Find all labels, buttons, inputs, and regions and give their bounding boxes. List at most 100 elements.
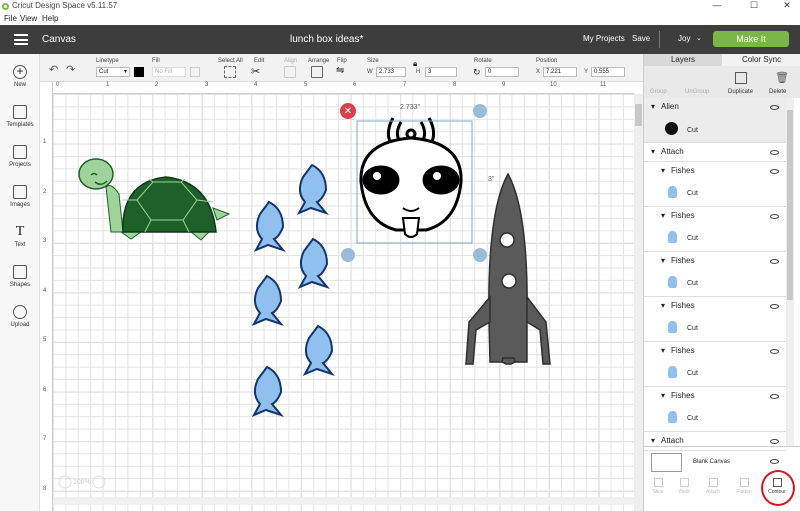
position-label: Position bbox=[536, 58, 558, 64]
nav-new[interactable]: + New bbox=[0, 65, 40, 88]
canvas-horizontal-scrollbar[interactable] bbox=[53, 497, 634, 505]
eye-icon[interactable] bbox=[770, 259, 779, 264]
nav-templates[interactable]: Templates bbox=[0, 105, 40, 128]
layer-fishes[interactable]: ▾ Fishes Cut bbox=[644, 297, 786, 342]
x-position-input[interactable]: 7.221 bbox=[543, 67, 577, 77]
layer-op: Cut bbox=[687, 325, 698, 332]
project-name: lunch box ideas* bbox=[290, 34, 364, 45]
flatten-label: Flatten bbox=[736, 489, 752, 495]
eye-icon[interactable] bbox=[770, 304, 779, 309]
redo-icon[interactable]: ↷ bbox=[66, 63, 75, 76]
eye-icon[interactable] bbox=[770, 105, 779, 110]
linetype-select[interactable]: Cut ▾ bbox=[96, 67, 130, 77]
attach-button: Attach bbox=[702, 478, 724, 495]
layer-attach[interactable]: ▾ Attach bbox=[644, 143, 786, 162]
my-projects-link[interactable]: My Projects bbox=[583, 34, 625, 43]
blank-canvas-swatch[interactable] bbox=[651, 453, 682, 472]
fill-swatch-disabled bbox=[190, 67, 200, 77]
layer-op: Cut bbox=[687, 370, 698, 377]
layer-fishes[interactable]: ▾ Fishes Cut bbox=[644, 252, 786, 297]
eye-icon[interactable] bbox=[770, 150, 779, 155]
nav-text-label: Text bbox=[14, 242, 26, 248]
fish-thumbnail bbox=[668, 366, 677, 378]
select-all-icon[interactable] bbox=[224, 66, 236, 78]
canvas-artwork: ✕ bbox=[58, 103, 551, 489]
lock-aspect-icon[interactable]: 🔒︎ bbox=[413, 59, 417, 69]
linetype-label: Linetype bbox=[96, 58, 119, 64]
fish-shape bbox=[296, 163, 329, 216]
fish-group[interactable] bbox=[251, 163, 335, 418]
blank-canvas-label: Blank Canvas bbox=[693, 459, 731, 465]
maximize-button[interactable]: ☐ bbox=[742, 0, 766, 11]
nav-images[interactable]: Images bbox=[0, 185, 40, 208]
minimize-button[interactable]: — bbox=[705, 0, 729, 10]
eye-icon[interactable] bbox=[770, 349, 779, 354]
nav-shapes[interactable]: Shapes bbox=[0, 265, 40, 288]
fill-select[interactable]: No Fill bbox=[152, 67, 186, 77]
cricut-app-icon bbox=[2, 3, 9, 10]
menu-help[interactable]: Help bbox=[42, 14, 58, 23]
nav-projects[interactable]: Projects bbox=[0, 145, 40, 168]
height-input[interactable]: 3 bbox=[425, 67, 457, 77]
alien-image[interactable] bbox=[359, 117, 463, 238]
header-divider bbox=[659, 31, 660, 48]
scroll-thumb[interactable] bbox=[635, 104, 642, 126]
zoom-in-icon[interactable] bbox=[92, 475, 106, 489]
height-label: H bbox=[416, 69, 421, 75]
scroll-thumb[interactable] bbox=[787, 110, 793, 300]
linetype-color-swatch[interactable] bbox=[134, 67, 144, 77]
tab-layers[interactable]: Layers bbox=[644, 54, 722, 66]
resize-handle[interactable] bbox=[473, 248, 487, 262]
hamburger-menu-icon[interactable] bbox=[14, 34, 28, 45]
arrange-icon[interactable] bbox=[311, 66, 323, 78]
eye-icon[interactable] bbox=[770, 439, 779, 444]
zoom-out-icon[interactable] bbox=[58, 475, 72, 489]
duplicate-button[interactable]: Duplicate bbox=[728, 89, 753, 95]
eye-hidden-icon[interactable] bbox=[770, 459, 779, 464]
fill-value: No Fill bbox=[155, 69, 173, 75]
turtle-image[interactable] bbox=[78, 158, 231, 241]
save-link[interactable]: Save bbox=[632, 34, 650, 43]
text-icon: T bbox=[15, 224, 25, 239]
tab-color-sync[interactable]: Color Sync bbox=[722, 54, 800, 66]
nav-upload[interactable]: Upload bbox=[0, 305, 40, 328]
layer-alien[interactable]: ▾ Alien Cut bbox=[644, 98, 786, 143]
make-it-button[interactable]: Make It bbox=[713, 31, 789, 47]
layers-scrollbar[interactable] bbox=[786, 98, 794, 446]
rotate-input[interactable]: 0 bbox=[485, 67, 519, 77]
layer-fishes[interactable]: ▾ Fishes Cut bbox=[644, 387, 786, 432]
delete-button[interactable]: Delete bbox=[769, 89, 786, 95]
attach-label: Attach bbox=[705, 489, 721, 495]
eye-icon[interactable] bbox=[770, 214, 779, 219]
scissors-icon[interactable]: ✂ bbox=[251, 65, 260, 78]
rotate-label: Rotate bbox=[474, 58, 492, 64]
edit-label: Edit bbox=[254, 58, 265, 64]
y-position-input[interactable]: 0.555 bbox=[591, 67, 625, 77]
align-icon bbox=[284, 66, 296, 78]
layer-fishes[interactable]: ▾ Fishes Cut bbox=[644, 162, 786, 207]
menu-file[interactable]: File bbox=[4, 14, 17, 23]
nav-text[interactable]: T Text bbox=[0, 224, 40, 249]
fish-thumbnail bbox=[668, 231, 677, 243]
menu-view[interactable]: View bbox=[20, 14, 37, 23]
flip-label: Flip bbox=[337, 58, 347, 64]
width-input[interactable]: 2.733 bbox=[376, 67, 406, 77]
eye-icon[interactable] bbox=[770, 169, 779, 174]
user-menu[interactable]: Joy bbox=[678, 34, 690, 43]
canvas-vertical-scrollbar[interactable] bbox=[634, 94, 643, 511]
rotate-handle[interactable] bbox=[473, 104, 487, 118]
app-header: Canvas lunch box ideas* My Projects Save… bbox=[0, 25, 800, 54]
flip-icon[interactable]: ⇋ bbox=[336, 65, 344, 76]
eye-icon[interactable] bbox=[770, 394, 779, 399]
lock-handle[interactable] bbox=[341, 248, 355, 262]
chevron-down-icon[interactable]: ⌄ bbox=[696, 34, 702, 42]
layer-name: Fishes bbox=[671, 391, 695, 400]
undo-icon[interactable]: ↶ bbox=[49, 63, 58, 76]
rocket-image[interactable] bbox=[465, 172, 551, 365]
flatten-icon bbox=[739, 478, 749, 487]
nav-new-label: New bbox=[13, 82, 26, 88]
layer-fishes[interactable]: ▾ Fishes Cut bbox=[644, 207, 786, 252]
align-label: Align bbox=[284, 58, 298, 64]
layer-fishes[interactable]: ▾ Fishes Cut bbox=[644, 342, 786, 387]
close-button[interactable]: ✕ bbox=[775, 0, 799, 11]
